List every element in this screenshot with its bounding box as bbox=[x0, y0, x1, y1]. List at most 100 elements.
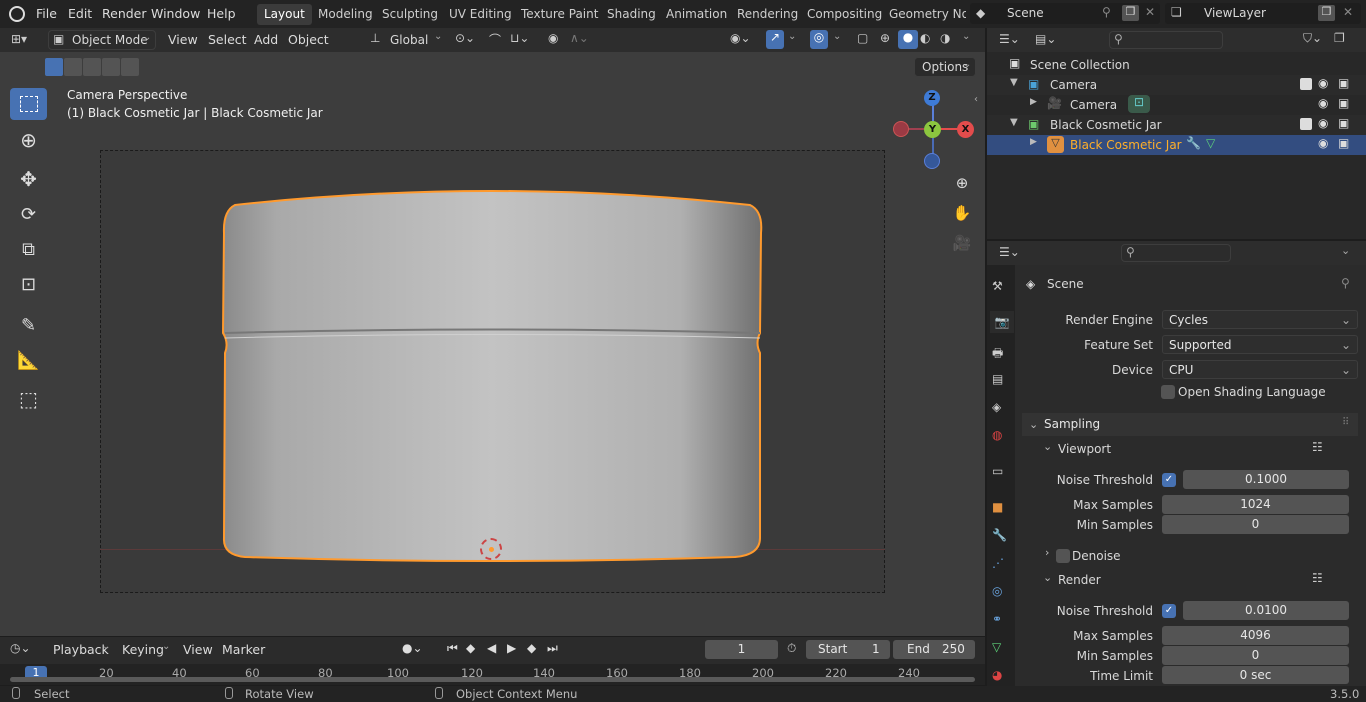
output-tab-icon[interactable]: 🖶 bbox=[992, 344, 1003, 365]
jar-object[interactable] bbox=[215, 183, 770, 563]
jump-start-icon[interactable]: ⏮ bbox=[447, 641, 458, 656]
scene-tab-icon[interactable]: ◈ bbox=[992, 400, 1001, 414]
next-keyframe-icon[interactable]: ◆ bbox=[527, 641, 536, 655]
outliner-row-scene-collection[interactable]: ▣ Scene Collection bbox=[987, 55, 1366, 75]
camera-render-icon[interactable]: ▣ bbox=[1338, 96, 1349, 110]
material-shading-icon[interactable]: ◐ bbox=[920, 31, 930, 45]
close-icon[interactable]: ✕ bbox=[1145, 5, 1155, 19]
physics-tab-icon[interactable]: ◎ bbox=[992, 584, 1002, 598]
measure-tool[interactable]: 📐 bbox=[10, 344, 47, 376]
menu-add[interactable]: Add bbox=[254, 32, 278, 47]
drag-handle-icon[interactable]: ⠿ bbox=[1342, 411, 1349, 434]
select-extend-icon[interactable] bbox=[64, 58, 82, 76]
pin-icon[interactable]: ⚲ bbox=[1102, 5, 1111, 19]
scene-name[interactable]: Scene bbox=[1007, 6, 1044, 20]
expand-arrow-icon[interactable]: ▼ bbox=[1010, 117, 1018, 128]
gizmo-neg-z[interactable] bbox=[924, 153, 940, 169]
data-tab-icon[interactable]: ▽ bbox=[992, 640, 1001, 654]
rendered-shading-icon[interactable]: ◑ bbox=[940, 31, 950, 45]
collection-tab-icon[interactable]: ▭ bbox=[992, 464, 1003, 478]
expand-arrow-icon[interactable]: ▶ bbox=[1030, 97, 1037, 107]
tab-modeling[interactable]: Modeling bbox=[311, 4, 380, 25]
end-frame-field[interactable]: End 250 bbox=[893, 640, 975, 659]
start-frame-field[interactable]: Start 1 bbox=[806, 640, 890, 659]
sampling-panel-header[interactable]: ⌄ Sampling ⠿ bbox=[1022, 413, 1358, 436]
chevron-down-icon[interactable]: ⌄ bbox=[833, 31, 841, 42]
current-frame-field[interactable]: 1 bbox=[705, 640, 778, 659]
outliner-row-camera-object[interactable]: ▶ 🎥 Camera ⊡ ◉ ▣ bbox=[987, 95, 1366, 115]
select-new-icon[interactable] bbox=[45, 58, 63, 76]
falloff-icon[interactable]: ∧⌄ bbox=[570, 31, 589, 45]
pivot-icon[interactable]: ⊙⌄ bbox=[455, 31, 475, 45]
menu-view[interactable]: View bbox=[168, 32, 198, 47]
stopwatch-icon[interactable]: ⏱ bbox=[787, 641, 796, 656]
tab-rendering[interactable]: Rendering bbox=[730, 4, 805, 25]
add-cube-tool[interactable]: ⬚ bbox=[10, 383, 47, 415]
transform-tool[interactable]: ⊡ bbox=[10, 268, 47, 300]
menu-edit[interactable]: Edit bbox=[68, 6, 92, 21]
eye-icon[interactable]: ◉ bbox=[1318, 136, 1328, 150]
tab-geometry-nodes[interactable]: Geometry Noc bbox=[882, 4, 966, 25]
world-tab-icon[interactable]: ◍ bbox=[992, 428, 1002, 442]
gizmo-y[interactable]: Y bbox=[924, 121, 941, 138]
menu-marker[interactable]: Marker bbox=[222, 642, 265, 657]
object-tab-icon[interactable]: ■ bbox=[992, 500, 1003, 514]
gizmo-x[interactable]: X bbox=[957, 121, 974, 138]
r-noise-checkbox[interactable]: ✓ bbox=[1162, 604, 1176, 618]
navigation-gizmo[interactable]: Z Y X bbox=[890, 88, 975, 173]
pin-icon[interactable]: ⚲ bbox=[1341, 276, 1350, 290]
vp-noise-checkbox[interactable]: ✓ bbox=[1162, 473, 1176, 487]
menu-playback[interactable]: Playback bbox=[53, 642, 109, 657]
menu-render[interactable]: Render bbox=[102, 6, 147, 21]
filter-icon[interactable]: ⛉⌄ bbox=[1303, 31, 1322, 46]
zoom-icon[interactable]: ⊕ bbox=[951, 174, 973, 196]
device-dropdown[interactable]: CPU ⌄ bbox=[1162, 360, 1358, 379]
modifier-tab-icon[interactable]: 🔧 bbox=[992, 528, 1007, 542]
view-layer-selector[interactable]: ❏ ViewLayer ❐ ✕ bbox=[1165, 3, 1361, 24]
select-invert-icon[interactable] bbox=[102, 58, 120, 76]
scale-tool[interactable]: ⧉ bbox=[10, 233, 47, 265]
tab-shading[interactable]: Shading bbox=[600, 4, 663, 25]
wireframe-shading-icon[interactable]: ⊕ bbox=[880, 31, 890, 45]
r-noise-threshold-field[interactable]: 0.0100 bbox=[1183, 601, 1349, 620]
vp-min-samples-field[interactable]: 0 bbox=[1162, 515, 1349, 534]
rotate-tool[interactable]: ⟳ bbox=[10, 198, 47, 230]
r-min-samples-field[interactable]: 0 bbox=[1162, 646, 1349, 665]
viewport-subpanel-header[interactable]: ⌄ Viewport ☷ bbox=[1036, 440, 1356, 460]
camera-view-icon[interactable]: 🎥 bbox=[951, 234, 973, 256]
move-tool[interactable]: ✥ bbox=[10, 163, 47, 195]
camera-render-icon[interactable]: ▣ bbox=[1338, 76, 1349, 90]
vp-max-samples-field[interactable]: 1024 bbox=[1162, 495, 1349, 514]
orientation-dropdown[interactable]: ⊥ Global ⌄ bbox=[368, 30, 446, 50]
gizmo-toggle-icon[interactable]: ↗ bbox=[766, 30, 784, 49]
pan-hand-icon[interactable]: ✋ bbox=[951, 204, 973, 226]
sidebar-toggle-icon[interactable]: ‹ bbox=[974, 94, 978, 105]
menu-keying[interactable]: Keying bbox=[122, 642, 164, 657]
tab-layout[interactable]: Layout bbox=[257, 4, 312, 25]
camera-render-icon[interactable]: ▣ bbox=[1338, 116, 1349, 130]
outliner-row-jar-object[interactable]: ▶ ▽ Black Cosmetic Jar 🔧 ▽ ◉ ▣ bbox=[987, 135, 1366, 155]
outliner-row-jar-collection[interactable]: ▼ ▣ Black Cosmetic Jar ◉ ▣ bbox=[987, 115, 1366, 135]
editor-type-icon[interactable]: ◷⌄ bbox=[10, 641, 31, 655]
menu-view[interactable]: View bbox=[183, 642, 213, 657]
proportional-edit-icon[interactable]: ◉ bbox=[548, 31, 558, 45]
wrench-icon[interactable]: 🔧 bbox=[1186, 136, 1201, 150]
tab-sculpting[interactable]: Sculpting bbox=[375, 4, 445, 25]
display-mode-icon[interactable]: ▤⌄ bbox=[1035, 32, 1056, 46]
denoise-checkbox[interactable] bbox=[1056, 549, 1070, 563]
menu-object[interactable]: Object bbox=[288, 32, 329, 47]
osl-checkbox[interactable] bbox=[1161, 385, 1175, 399]
denoise-subpanel-header[interactable]: › Denoise bbox=[1036, 546, 1356, 566]
gizmo-z[interactable]: Z bbox=[924, 90, 940, 106]
checkbox-icon[interactable] bbox=[1300, 118, 1312, 130]
new-collection-icon[interactable]: ❐ bbox=[1334, 31, 1345, 45]
scene-selector[interactable]: ◆ Scene ⚲ ❐ ✕ bbox=[970, 3, 1160, 24]
play-icon[interactable]: ▶ bbox=[507, 641, 516, 655]
chevron-down-icon[interactable]: ⌄ bbox=[962, 31, 970, 42]
select-subtract-icon[interactable] bbox=[83, 58, 101, 76]
editor-type-icon[interactable]: ☰⌄ bbox=[999, 245, 1020, 259]
menu-file[interactable]: File bbox=[36, 6, 57, 21]
eye-icon[interactable]: ◉ bbox=[1318, 96, 1328, 110]
menu-help[interactable]: Help bbox=[207, 6, 236, 21]
editor-type-icon[interactable]: ⊞▾ bbox=[11, 32, 27, 46]
